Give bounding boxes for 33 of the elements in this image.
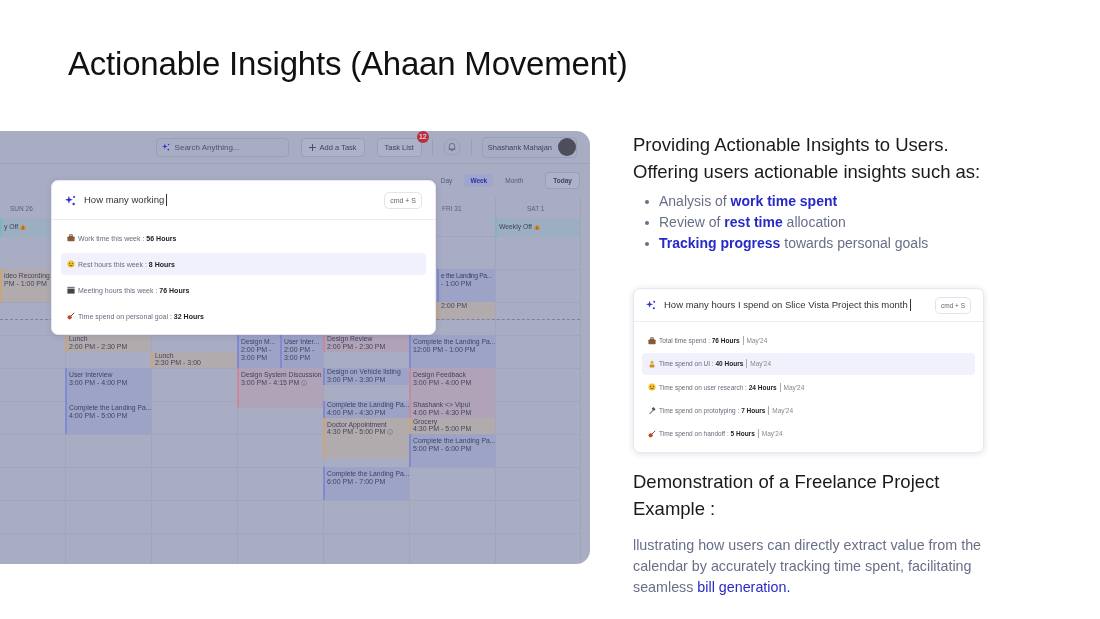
briefcase-icon bbox=[67, 234, 75, 242]
info-icon bbox=[301, 379, 308, 386]
section-heading: Demonstration of a Freelance Project Example : bbox=[633, 470, 941, 522]
bullet-icon bbox=[645, 199, 649, 204]
heading-line: Offering users actionable insights such as: bbox=[633, 160, 982, 184]
gift-icon bbox=[534, 223, 540, 230]
query-field[interactable]: How many working bbox=[84, 194, 168, 206]
gift-icon bbox=[20, 223, 27, 230]
plus-icon bbox=[308, 143, 316, 151]
bullet-text: Tracking progress towards personal goals bbox=[659, 234, 929, 253]
bullet-icon bbox=[645, 241, 649, 246]
description-text: llustrating how users can directly extract value from the calendar by accurately tracking time spent, facilitating seamless bill generation. bbox=[633, 536, 983, 598]
avatar bbox=[558, 138, 576, 156]
face-icon bbox=[648, 383, 656, 392]
sparkle-icon bbox=[161, 142, 170, 151]
sparkle-icon bbox=[646, 300, 656, 310]
guitar-icon bbox=[648, 429, 656, 438]
figure-icon bbox=[648, 359, 656, 368]
bell-icon[interactable] bbox=[442, 138, 461, 156]
query-field[interactable]: How many hours I spend on Slice Vista Project this month bbox=[664, 299, 911, 311]
info-icon bbox=[387, 429, 394, 435]
bullet-text: Analysis of work time spent bbox=[659, 192, 838, 211]
hammer-icon bbox=[648, 406, 656, 415]
clapper-icon bbox=[67, 286, 75, 294]
search-field[interactable]: Search Anything... bbox=[155, 137, 289, 157]
sparkle-icon bbox=[65, 194, 76, 206]
bullet-icon bbox=[645, 220, 649, 225]
briefcase-icon bbox=[648, 336, 656, 345]
guitar-icon bbox=[67, 312, 75, 320]
heading-line: Providing Actionable Insights to Users. bbox=[633, 133, 950, 157]
face-icon bbox=[67, 260, 75, 268]
bullet-text: Review of rest time allocation bbox=[659, 213, 846, 232]
slide-title: Actionable Insights (Ahaan Movement) bbox=[68, 44, 628, 84]
